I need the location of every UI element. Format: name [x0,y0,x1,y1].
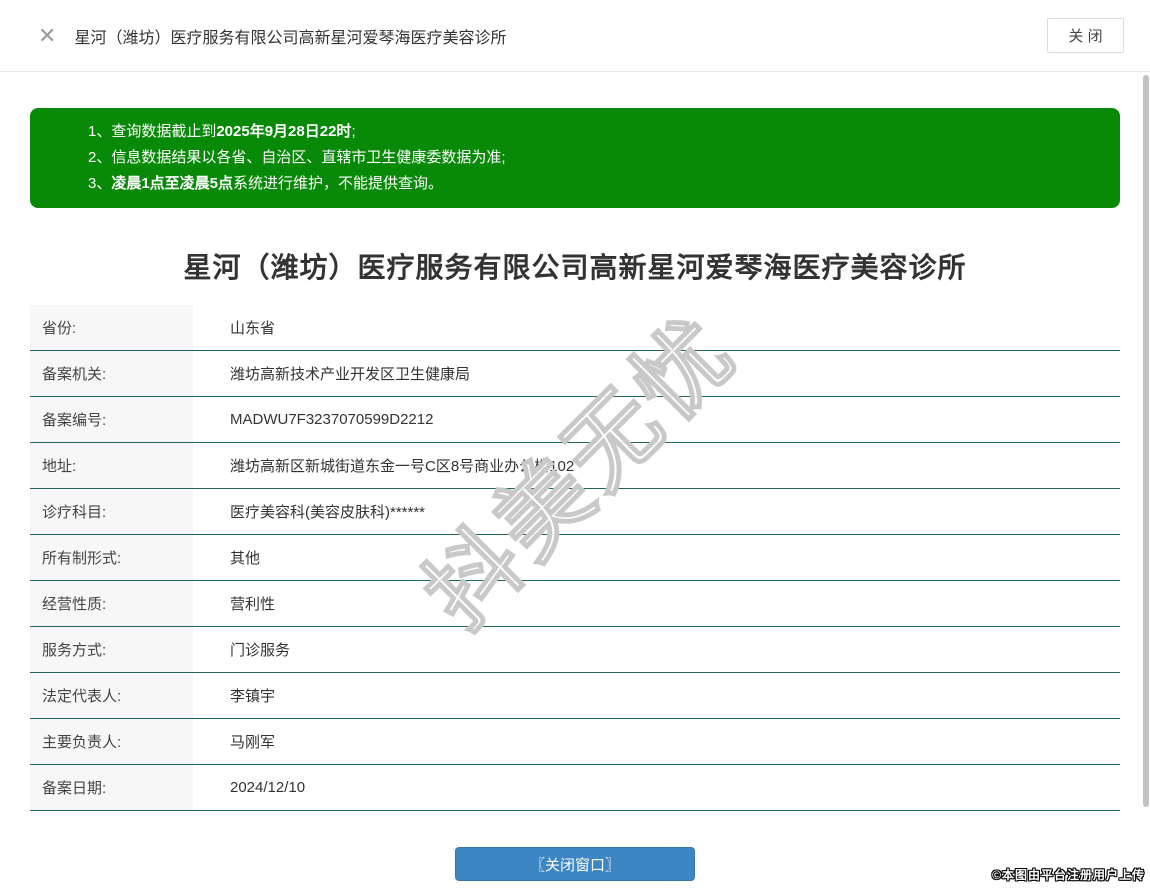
row-label: 省份: [30,305,193,350]
copyright-note: ©本图由平台注册用户上传 [992,868,1145,882]
row-label: 备案日期: [30,765,193,810]
row-value: 潍坊高新区新城街道东金一号C区8号商业办公楼102 [230,458,575,475]
row-value: 李镇宇 [230,688,276,705]
content: 1、查询数据截止到2025年9月28日22时; 2、信息数据结果以各省、自治区、… [0,108,1150,881]
button-row: 〖关闭窗口〗 [30,847,1120,881]
table-row-business-nature: 经营性质: 营利性 [30,581,1120,627]
row-value: 2024/12/10 [230,779,306,796]
close-icon[interactable]: ✕ [38,24,56,47]
row-label: 主要负责人: [30,719,193,764]
table-row-province: 省份: 山东省 [30,305,1120,351]
close-window-button[interactable]: 〖关闭窗口〗 [455,847,695,881]
table-row-address: 地址: 潍坊高新区新城街道东金一号C区8号商业办公楼102 [30,443,1120,489]
scrollbar[interactable] [1143,75,1149,807]
row-value: 其他 [230,550,261,567]
table-row-clinical-subjects: 诊疗科目: 医疗美容科(美容皮肤科)****** [30,489,1120,535]
notice-line: 2、信息数据结果以各省、自治区、直辖市卫生健康委数据为准; [88,145,1100,171]
notice-line: 3、凌晨1点至凌晨5点系统进行维护，不能提供查询。 [88,171,1100,197]
notice-text: 1、查询数据截止到 [88,123,217,140]
institution-title: 星河（潍坊）医疗服务有限公司高新星河爱琴海医疗美容诊所 [183,252,967,283]
notice-text: 2、信息数据结果以各省、自治区、直辖市卫生健康委数据为准; [88,149,506,166]
row-label: 所有制形式: [30,535,193,580]
notice-text: 3、 [88,175,112,192]
table-row-ownership-type: 所有制形式: 其他 [30,535,1120,581]
table-row-service-mode: 服务方式: 门诊服务 [30,627,1120,673]
notice-line: 1、查询数据截止到2025年9月28日22时; [88,119,1100,145]
row-value: 医疗美容科(美容皮肤科)****** [230,504,426,521]
page-title: 星河（潍坊）医疗服务有限公司高新星河爱琴海医疗美容诊所 [74,29,507,47]
row-label: 地址: [30,443,193,488]
row-label: 经营性质: [30,581,193,626]
row-value: 马刚军 [230,734,276,751]
topbar: ✕ 星河（潍坊）医疗服务有限公司高新星河爱琴海医疗美容诊所 关 闭 [0,0,1150,72]
table-row-principal: 主要负责人: 马刚军 [30,719,1120,765]
table-row-filing-number: 备案编号: MADWU7F3237070599D2212 [30,397,1120,443]
row-label: 服务方式: [30,627,193,672]
notice-text: ; [351,123,356,140]
row-value: 潍坊高新技术产业开发区卫生健康局 [230,366,471,383]
close-button[interactable]: 关 闭 [1047,18,1124,53]
row-label: 备案机关: [30,351,193,396]
table-row-filing-authority: 备案机关: 潍坊高新技术产业开发区卫生健康局 [30,351,1120,397]
row-value: MADWU7F3237070599D2212 [230,411,434,428]
row-label: 法定代表人: [30,673,193,718]
row-value: 营利性 [230,596,276,613]
row-label: 备案编号: [30,397,193,442]
notice-bold-text: 凌晨1点至凌晨5点 [111,175,234,192]
info-table: 省份: 山东省 备案机关: 潍坊高新技术产业开发区卫生健康局 备案编号: MAD… [30,305,1120,811]
row-value: 门诊服务 [230,642,291,659]
table-row-filing-date: 备案日期: 2024/12/10 [30,765,1120,811]
table-row-legal-representative: 法定代表人: 李镇宇 [30,673,1120,719]
row-label: 诊疗科目: [30,489,193,534]
notice-bold-text: 2025年9月28日22时 [216,123,352,140]
notice-box: 1、查询数据截止到2025年9月28日22时; 2、信息数据结果以各省、自治区、… [30,108,1120,208]
row-value: 山东省 [230,320,276,337]
notice-text: 系统进行维护，不能提供查询。 [233,175,444,192]
